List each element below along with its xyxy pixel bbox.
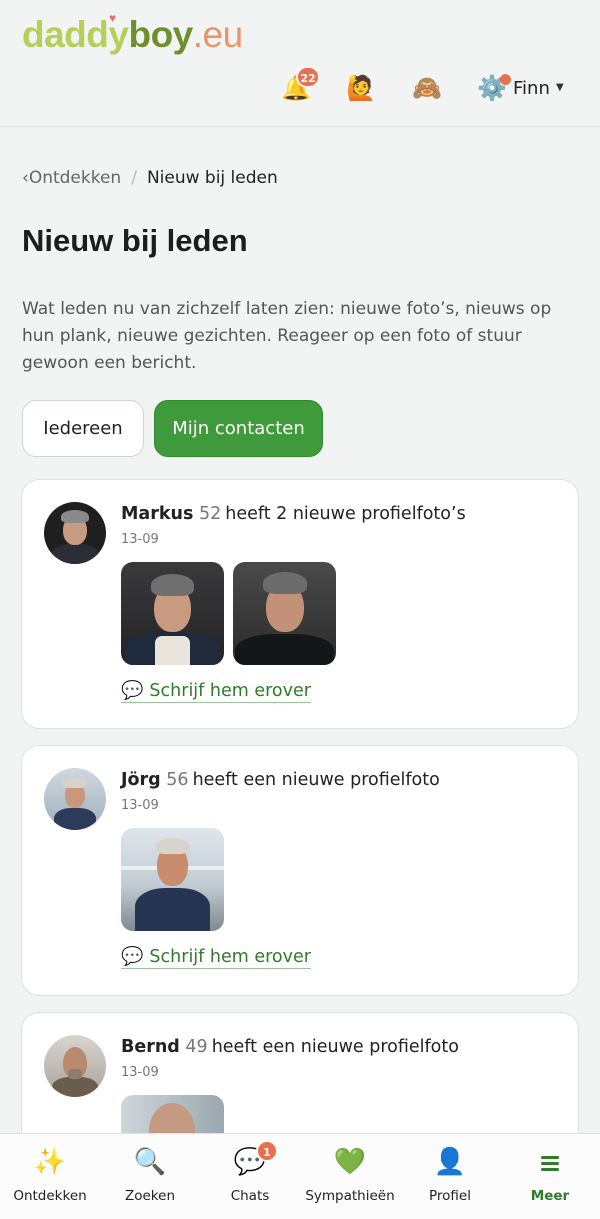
app-header: daddyboy.eu ♥ 🔔 22 🙋 🙈 ⚙️ Finn ▼ bbox=[0, 0, 600, 127]
nav-more[interactable]: Meer bbox=[500, 1144, 600, 1204]
feed-date: 13-09 bbox=[121, 532, 159, 547]
nav-profile-label: Profiel bbox=[429, 1188, 471, 1204]
write-him-link[interactable]: 💬 Schrijf hem erover bbox=[121, 680, 311, 703]
person-raising-hand-icon[interactable]: 🙋 bbox=[345, 72, 377, 104]
member-age: 52 bbox=[198, 504, 222, 524]
feed-headline: Bernd 49 heeft een nieuwe profielfoto bbox=[121, 1037, 459, 1057]
profile-photo[interactable] bbox=[121, 828, 224, 931]
breadcrumb: ‹Ontdekken / Nieuw bij leden bbox=[22, 168, 278, 188]
avatar[interactable] bbox=[44, 1035, 106, 1097]
nav-search[interactable]: 🔍 Zoeken bbox=[100, 1144, 200, 1204]
member-age: 56 bbox=[166, 770, 189, 790]
filter-everyone-button[interactable]: Iedereen bbox=[22, 400, 144, 457]
nav-sympathies[interactable]: 💚 Sympathieën bbox=[300, 1144, 400, 1204]
menu-icon bbox=[500, 1144, 600, 1180]
avatar[interactable] bbox=[44, 502, 106, 564]
page-title: Nieuw bij leden bbox=[22, 223, 248, 258]
feed-text: heeft een nieuwe profielfoto bbox=[192, 770, 440, 790]
feed-card: Jörg 56 heeft een nieuwe profielfoto 13-0… bbox=[21, 745, 579, 996]
nav-search-label: Zoeken bbox=[124, 1188, 175, 1204]
write-link-label: Schrijf hem erover bbox=[149, 681, 311, 701]
magnifier-icon: 🔍 bbox=[133, 1147, 167, 1177]
breadcrumb-back-link[interactable]: ‹Ontdekken bbox=[22, 168, 121, 188]
member-name[interactable]: Jörg bbox=[121, 770, 161, 790]
speech-bubble-icon: 💬 bbox=[121, 680, 144, 701]
speech-bubble-icon: 💬 bbox=[233, 1147, 267, 1177]
speech-bubble-icon: 💬 bbox=[121, 946, 144, 967]
feed-date: 13-09 bbox=[121, 798, 159, 813]
avatar[interactable] bbox=[44, 768, 106, 830]
feed-headline: Markus 52 heeft 2 nieuwe profielfoto’s bbox=[121, 504, 466, 524]
feed-card: Markus 52 heeft 2 nieuwe profielfoto’s 13… bbox=[21, 479, 579, 729]
logo-part-boy: boy bbox=[128, 14, 193, 55]
nav-sympathies-label: Sympathieën bbox=[305, 1188, 395, 1204]
feed-text: heeft een nieuwe profielfoto bbox=[211, 1037, 459, 1057]
nav-chats[interactable]: 💬 1 Chats bbox=[200, 1140, 300, 1204]
notifications-badge: 22 bbox=[296, 66, 320, 88]
nav-discover[interactable]: ✨ Ontdekken bbox=[0, 1144, 100, 1204]
breadcrumb-separator: / bbox=[131, 168, 137, 188]
chevron-down-icon[interactable]: ▼ bbox=[556, 82, 564, 93]
see-no-evil-monkey-icon[interactable]: 🙈 bbox=[411, 72, 443, 104]
profile-photo[interactable] bbox=[233, 562, 336, 665]
page-intro: Wat leden nu van zichzelf laten zien: ni… bbox=[22, 299, 552, 373]
logo-part-domain: .eu bbox=[192, 14, 243, 55]
header-actions: 🔔 22 🙋 🙈 ⚙️ Finn ▼ bbox=[0, 66, 600, 108]
nav-profile[interactable]: 👤 Profiel bbox=[400, 1144, 500, 1204]
feed-headline: Jörg 56 heeft een nieuwe profielfoto bbox=[121, 770, 440, 790]
nav-more-label: Meer bbox=[530, 1188, 570, 1204]
chats-badge: 1 bbox=[256, 1140, 278, 1162]
bottom-navigation: ✨ Ontdekken 🔍 Zoeken 💬 1 Chats 💚 Sympath… bbox=[0, 1133, 600, 1219]
write-link-label: Schrijf hem erover bbox=[149, 947, 311, 967]
breadcrumb-current: Nieuw bij leden bbox=[146, 168, 278, 188]
green-heart-icon: 💚 bbox=[333, 1147, 367, 1177]
settings-alert-dot bbox=[500, 74, 511, 85]
write-him-link[interactable]: 💬 Schrijf hem erover bbox=[121, 946, 311, 969]
member-name[interactable]: Markus bbox=[121, 504, 193, 524]
person-silhouette-icon: 👤 bbox=[433, 1147, 467, 1177]
breadcrumb-back-label: Ontdekken bbox=[28, 168, 122, 188]
nav-chats-label: Chats bbox=[230, 1188, 270, 1204]
member-name[interactable]: Bernd bbox=[121, 1037, 180, 1057]
logo[interactable]: daddyboy.eu ♥ bbox=[22, 11, 243, 56]
sparkles-icon: ✨ bbox=[33, 1147, 67, 1177]
nav-discover-label: Ontdekken bbox=[13, 1188, 87, 1204]
filter-my-contacts-button[interactable]: Mijn contacten bbox=[154, 400, 323, 457]
feed-date: 13-09 bbox=[121, 1065, 159, 1080]
member-age: 49 bbox=[185, 1037, 208, 1057]
user-menu-name[interactable]: Finn bbox=[513, 78, 550, 99]
logo-heart-icon: ♥ bbox=[109, 11, 116, 25]
profile-photo[interactable] bbox=[121, 562, 224, 665]
feed-text: heeft 2 nieuwe profielfoto’s bbox=[225, 504, 466, 524]
